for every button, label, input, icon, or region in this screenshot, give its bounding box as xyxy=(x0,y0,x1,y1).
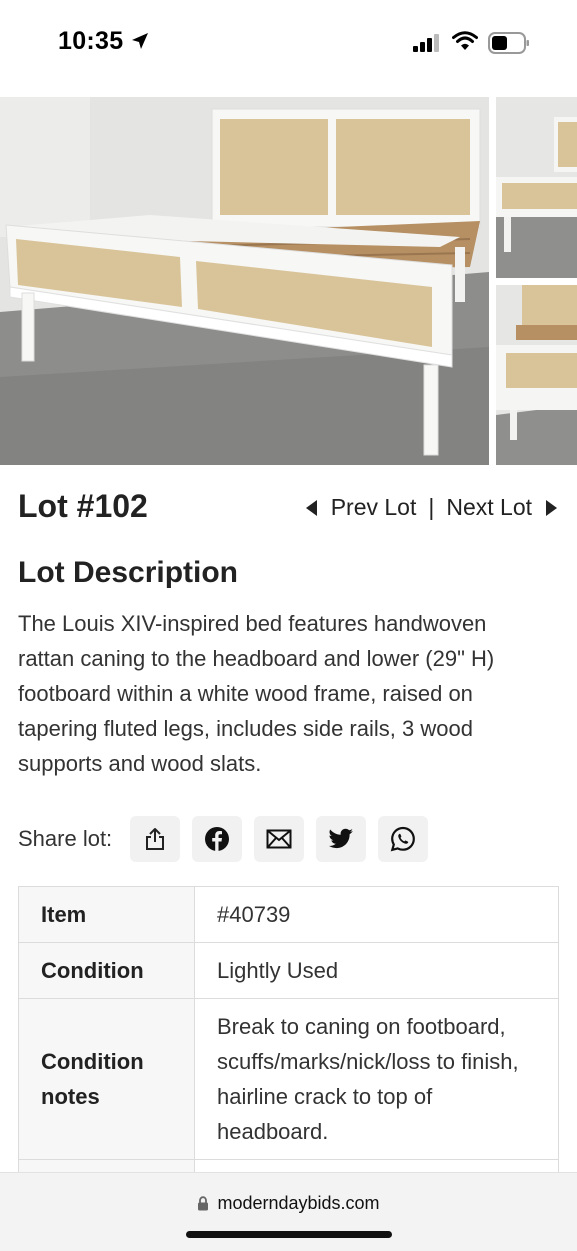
twitter-share-button[interactable] xyxy=(316,816,367,862)
location-arrow-icon xyxy=(132,33,148,49)
status-time: 10:35 xyxy=(58,27,124,55)
table-row: Item #40739 xyxy=(18,886,559,943)
thumbnail-1[interactable] xyxy=(496,97,577,278)
nav-separator: | xyxy=(428,494,435,520)
photo-gallery[interactable] xyxy=(0,97,577,465)
thumbnail-2-image xyxy=(496,285,577,465)
status-bar: 10:35 xyxy=(0,0,577,90)
detail-value: Lightly Used xyxy=(194,942,559,999)
thumbnail-2[interactable] xyxy=(496,285,577,465)
share-row: Share lot: xyxy=(18,816,440,862)
lot-navigation: Prev Lot | Next Lot xyxy=(305,494,557,521)
description-text: The Louis XIV-inspired bed features hand… xyxy=(18,611,495,776)
thumbnail-1-image xyxy=(496,97,577,278)
battery-icon xyxy=(488,32,529,54)
email-icon xyxy=(266,829,292,849)
browser-address-bar[interactable]: moderndaybids.com xyxy=(0,1172,577,1251)
signal-icon xyxy=(413,34,439,52)
lock-icon xyxy=(198,1196,209,1211)
wifi-icon xyxy=(452,31,478,50)
prev-arrow-icon[interactable] xyxy=(305,499,317,516)
facebook-icon xyxy=(205,827,230,851)
detail-key: Condition xyxy=(18,942,195,999)
share-icon xyxy=(146,828,165,850)
next-arrow-icon[interactable] xyxy=(546,499,557,516)
whatsapp-icon xyxy=(390,826,416,852)
description-heading: Lot Description xyxy=(18,556,239,589)
bed-photo-image xyxy=(0,97,489,465)
lot-title: Lot #102 xyxy=(18,488,148,524)
details-table: Item #40739 Condition Lightly Used Condi… xyxy=(18,886,559,1216)
share-button[interactable] xyxy=(130,816,181,862)
main-photo[interactable] xyxy=(0,97,489,465)
facebook-share-button[interactable] xyxy=(192,816,243,862)
url-display[interactable]: moderndaybids.com xyxy=(0,1193,577,1214)
home-indicator xyxy=(186,1231,392,1238)
detail-key: Item xyxy=(18,886,195,943)
table-row: Condition Lightly Used xyxy=(18,942,559,999)
share-label: Share lot: xyxy=(18,826,113,851)
twitter-icon xyxy=(329,828,354,849)
email-share-button[interactable] xyxy=(254,816,305,862)
next-lot-link[interactable]: Next Lot xyxy=(446,494,532,521)
url-text: moderndaybids.com xyxy=(217,1193,380,1213)
table-row: Condition notes Break to caning on footb… xyxy=(18,998,559,1160)
prev-lot-link[interactable]: Prev Lot xyxy=(331,494,417,521)
whatsapp-share-button[interactable] xyxy=(378,816,429,862)
detail-value: #40739 xyxy=(194,886,559,943)
detail-value: Break to caning on footboard, scuffs/mar… xyxy=(194,998,559,1160)
detail-key: Condition notes xyxy=(18,998,195,1160)
